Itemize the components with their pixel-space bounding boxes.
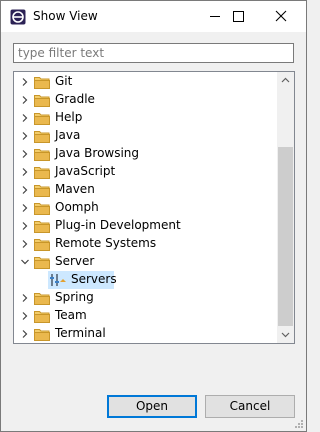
vertical-scrollbar[interactable]	[277, 72, 294, 343]
folder-icon	[34, 257, 50, 269]
chevron-right-icon[interactable]	[19, 310, 31, 322]
folder-icon	[34, 77, 50, 89]
tree-category-item[interactable]: Git	[14, 73, 278, 91]
chevron-right-icon[interactable]	[19, 184, 31, 196]
tree-item-label: Plug-in Development	[55, 218, 181, 232]
folder-icon	[34, 167, 50, 179]
tree-item-label: Maven	[55, 182, 95, 196]
folder-icon	[34, 95, 50, 107]
chevron-right-icon[interactable]	[19, 238, 31, 250]
chevron-right-icon[interactable]	[19, 292, 31, 304]
servers-view-icon	[50, 274, 66, 286]
maximize-button[interactable]	[218, 1, 258, 32]
scroll-up-arrow-icon[interactable]	[277, 72, 294, 89]
chevron-right-icon[interactable]	[19, 76, 31, 88]
chevron-down-icon[interactable]	[19, 256, 31, 268]
tree-category-item[interactable]: Java Browsing	[14, 145, 278, 163]
title-bar[interactable]: Show View	[1, 1, 306, 32]
scrollbar-thumb[interactable]	[278, 147, 293, 326]
tree-item-label: Spring	[55, 290, 94, 304]
tree-item-label: Gradle	[55, 92, 95, 106]
cancel-button[interactable]: Cancel	[205, 395, 295, 418]
folder-icon	[34, 329, 50, 341]
tree-category-item[interactable]: Maven	[14, 181, 278, 199]
folder-icon	[34, 185, 50, 197]
folder-icon	[34, 221, 50, 233]
tree-item-label: Oomph	[55, 200, 99, 214]
tree-category-item[interactable]: Plug-in Development	[14, 217, 278, 235]
tree-category-item[interactable]: Remote Systems	[14, 235, 278, 253]
tree-item-label: Java Browsing	[55, 146, 140, 160]
filter-input[interactable]	[14, 44, 293, 62]
tree-child-item[interactable]: Servers	[14, 271, 278, 289]
tree-category-item[interactable]: Spring	[14, 289, 278, 307]
tree-item-label: Git	[55, 74, 73, 88]
chevron-right-icon[interactable]	[19, 112, 31, 124]
tree-item-label: Java	[55, 128, 81, 142]
tree-category-item[interactable]: Terminal	[14, 325, 278, 343]
chevron-right-icon[interactable]	[19, 166, 31, 178]
show-view-dialog: Show View Terminal Team Spring Servers Serve…	[0, 0, 307, 432]
tree-item-label: Servers	[71, 272, 117, 286]
folder-icon	[34, 293, 50, 305]
chevron-right-icon[interactable]	[19, 202, 31, 214]
close-button[interactable]	[261, 1, 301, 32]
tree-category-item[interactable]: Oomph	[14, 199, 278, 217]
tree-item-label: Help	[55, 110, 83, 124]
view-tree[interactable]: Terminal Team Spring Servers Server Remote Sy…	[13, 71, 295, 344]
filter-field[interactable]	[13, 43, 294, 63]
tree-item-label: JavaScript	[55, 164, 116, 178]
chevron-right-icon[interactable]	[19, 130, 31, 142]
folder-icon	[34, 311, 50, 323]
tree-category-item[interactable]: Help	[14, 109, 278, 127]
tree-item-label: Terminal	[55, 326, 106, 340]
open-button[interactable]: Open	[107, 395, 197, 418]
dialog-title: Show View	[33, 9, 98, 23]
tree-category-item[interactable]: Gradle	[14, 91, 278, 109]
tree-item-label: Team	[55, 308, 87, 322]
folder-icon	[34, 149, 50, 161]
chevron-right-icon[interactable]	[19, 220, 31, 232]
resize-grip-icon[interactable]	[294, 419, 304, 429]
tree-category-item[interactable]: JavaScript	[14, 163, 278, 181]
tree-item-label: Server	[55, 254, 95, 268]
tree-category-item[interactable]: Server	[14, 253, 278, 271]
folder-icon	[34, 113, 50, 125]
chevron-right-icon[interactable]	[19, 148, 31, 160]
folder-icon	[34, 131, 50, 143]
tree-category-item[interactable]: Team	[14, 307, 278, 325]
tree-category-item[interactable]: Java	[14, 127, 278, 145]
scroll-down-arrow-icon[interactable]	[277, 326, 294, 343]
folder-icon	[34, 203, 50, 215]
tree-item-label: Remote Systems	[55, 236, 157, 250]
chevron-right-icon[interactable]	[19, 94, 31, 106]
chevron-right-icon[interactable]	[19, 328, 31, 340]
folder-icon	[34, 239, 50, 251]
eclipse-app-icon	[10, 9, 26, 25]
